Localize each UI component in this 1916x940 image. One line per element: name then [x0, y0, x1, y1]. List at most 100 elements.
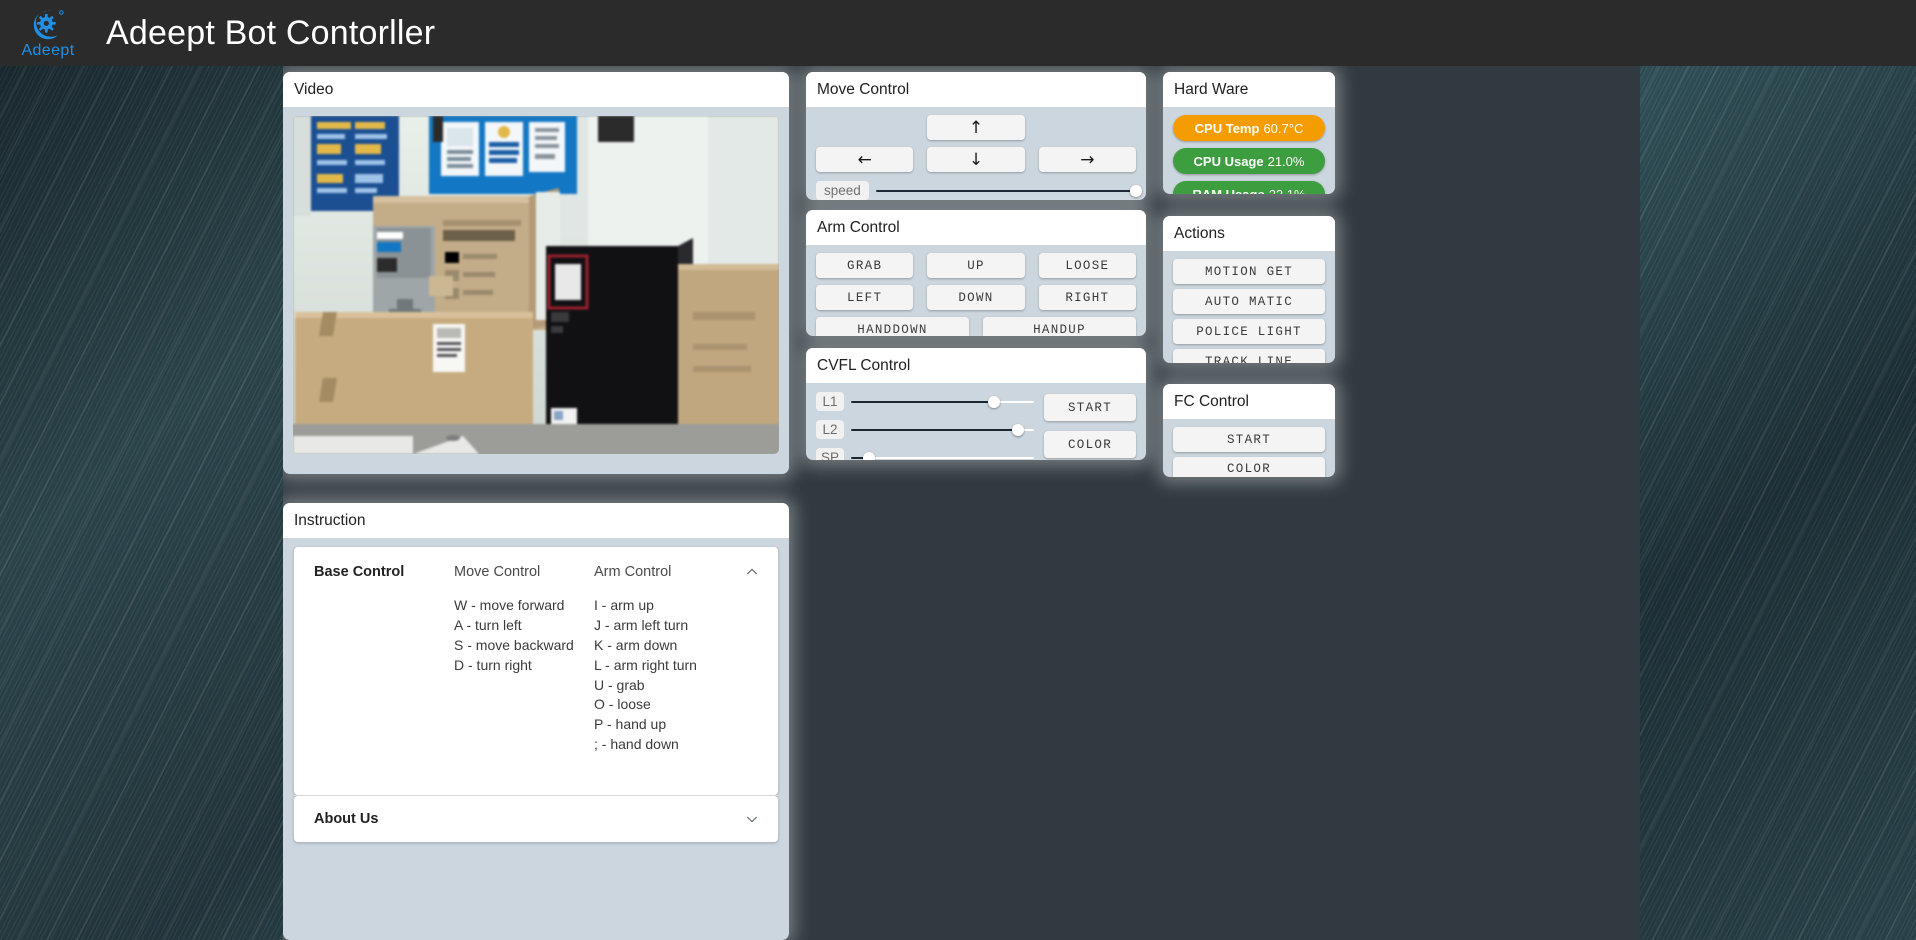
- arm-control-keys: I - arm up J - arm left turn K - arm dow…: [594, 596, 697, 754]
- move-control-header: Move Control: [806, 72, 1146, 108]
- move-right-button[interactable]: →: [1038, 147, 1136, 173]
- video-scene: [293, 116, 779, 455]
- cvfl-l2-fill: [851, 428, 1018, 432]
- auto-matic-button[interactable]: AUTO MATIC: [1173, 289, 1325, 315]
- status-badge-ram-usage: RAM Usage 22.1%: [1173, 181, 1325, 194]
- base-control-keys: [314, 596, 454, 754]
- cvfl-slider-row-l1: L1: [816, 392, 1034, 412]
- actions-panel: Actions MOTION GET AUTO MATIC POLICE LIG…: [1163, 216, 1335, 363]
- list-item: A - turn left: [454, 617, 522, 634]
- ram-usage-value: 22.1%: [1269, 187, 1306, 194]
- video-panel-header: Video: [283, 72, 789, 108]
- accordion-section-base-control[interactable]: Base Control Move Control Arm Control W …: [294, 547, 778, 796]
- cvfl-l1-label: L1: [816, 392, 844, 412]
- keybinding-columns: W - move forward A - turn left S - move …: [294, 586, 778, 754]
- base-control-label: Base Control: [314, 564, 405, 581]
- track-line-button[interactable]: TRACK LINE: [1173, 349, 1325, 363]
- arm-down-button[interactable]: DOWN: [927, 285, 1025, 311]
- arm-up-button[interactable]: UP: [927, 253, 1025, 279]
- move-control-keys: W - move forward A - turn left S - move …: [454, 596, 594, 754]
- chevron-up-icon[interactable]: [744, 564, 760, 580]
- speed-slider-fill: [875, 189, 1136, 193]
- move-control-panel: Move Control ↑ ← ↓ → speed: [806, 72, 1146, 200]
- list-item: P - hand up: [594, 716, 667, 733]
- logo-wordmark: Adeept: [21, 41, 75, 59]
- speed-slider-thumb[interactable]: [1130, 184, 1142, 197]
- list-item: L - arm right turn: [594, 656, 697, 673]
- speed-label: speed: [816, 181, 869, 200]
- cvfl-start-button[interactable]: START: [1044, 394, 1136, 422]
- hardware-panel: Hard Ware CPU Temp 60.7°C CPU Usage 21.0…: [1163, 72, 1335, 194]
- list-item: O - loose: [594, 696, 651, 713]
- police-light-button[interactable]: POLICE LIGHT: [1173, 319, 1325, 345]
- instruction-panel-header: Instruction: [283, 503, 789, 539]
- hardware-panel-header: Hard Ware: [1163, 72, 1335, 108]
- list-item: K - arm down: [594, 636, 678, 653]
- cvfl-l2-slider[interactable]: [851, 422, 1034, 438]
- cvfl-sp-slider[interactable]: [851, 450, 1034, 460]
- cpu-temp-value: 60.7°C: [1263, 120, 1304, 136]
- move-control-label: Move Control: [454, 564, 541, 581]
- list-item: ; - hand down: [594, 735, 679, 752]
- fc-color-button[interactable]: COLOR: [1173, 457, 1325, 477]
- arm-loose-button[interactable]: LOOSE: [1038, 253, 1136, 279]
- accordion-section-about-us[interactable]: About Us: [294, 796, 778, 843]
- cvfl-control-panel: CVFL Control L1 L2 SP START COLOR: [806, 348, 1146, 460]
- cpu-temp-label: CPU Temp: [1194, 120, 1260, 136]
- status-badge-cpu-usage: CPU Usage 21.0%: [1173, 148, 1325, 175]
- cvfl-l2-thumb[interactable]: [1011, 423, 1024, 436]
- accordion-header-about-us[interactable]: About Us: [294, 796, 778, 842]
- cvfl-sp-label: SP: [816, 448, 844, 460]
- fc-control-header: FC Control: [1163, 384, 1335, 420]
- list-item: W - move forward: [454, 597, 565, 614]
- cvfl-slider-row-l2: L2: [816, 420, 1034, 440]
- arm-right-button[interactable]: RIGHT: [1038, 285, 1136, 311]
- cpu-usage-value: 21.0%: [1267, 153, 1305, 169]
- instruction-panel: Instruction Base Control Move Control Ar…: [283, 503, 789, 940]
- list-item: U - grab: [594, 676, 645, 693]
- cvfl-l1-thumb[interactable]: [987, 395, 1000, 408]
- ram-usage-label: RAM Usage: [1192, 187, 1264, 194]
- status-badge-cpu-temp: CPU Temp 60.7°C: [1173, 115, 1325, 142]
- adeept-logo: Adeept: [12, 8, 84, 59]
- actions-panel-header: Actions: [1163, 216, 1335, 252]
- arm-control-header: Arm Control: [806, 210, 1146, 246]
- speed-slider[interactable]: [875, 183, 1142, 199]
- motion-get-button[interactable]: MOTION GET: [1173, 259, 1325, 285]
- move-forward-button[interactable]: ↑: [927, 115, 1025, 141]
- about-us-label: About Us: [314, 811, 379, 828]
- accordion-header-base-control[interactable]: Base Control Move Control Arm Control: [294, 547, 778, 586]
- cvfl-sp-track: [851, 456, 1034, 460]
- arm-control-panel: Arm Control GRAB UP LOOSE LEFT DOWN RIGH…: [806, 210, 1146, 336]
- arm-handdown-button[interactable]: HANDDOWN: [816, 317, 969, 336]
- cvfl-sp-thumb[interactable]: [863, 451, 876, 460]
- move-left-button[interactable]: ←: [816, 147, 914, 173]
- fc-start-button[interactable]: START: [1173, 427, 1325, 453]
- list-item: D - turn right: [454, 656, 532, 673]
- chevron-down-icon[interactable]: [744, 811, 760, 827]
- video-stream[interactable]: [293, 116, 779, 455]
- list-item: S - move backward: [454, 636, 574, 653]
- cvfl-l1-slider[interactable]: [851, 394, 1034, 410]
- arm-handup-button[interactable]: HANDUP: [983, 317, 1136, 336]
- cvfl-control-header: CVFL Control: [806, 348, 1146, 384]
- cvfl-slider-row-sp: SP: [816, 448, 1034, 460]
- fc-control-panel: FC Control START COLOR: [1163, 384, 1335, 477]
- arm-grab-button[interactable]: GRAB: [816, 253, 914, 279]
- content-shell: Video Instruction Base Control Move Cont…: [283, 66, 1640, 940]
- cvfl-l1-fill: [851, 400, 994, 404]
- arm-left-button[interactable]: LEFT: [816, 285, 914, 311]
- move-spacer-left: [816, 115, 913, 140]
- app-title: Adeept Bot Contorller: [106, 13, 436, 52]
- title-bar: Adeept Adeept Bot Contorller: [0, 0, 1916, 66]
- cvfl-color-button[interactable]: COLOR: [1044, 431, 1136, 459]
- list-item: I - arm up: [594, 597, 654, 614]
- move-spacer-right: [1039, 115, 1136, 140]
- adeept-gear-logo-icon: [33, 9, 64, 39]
- cpu-usage-label: CPU Usage: [1193, 153, 1264, 169]
- arm-control-label: Arm Control: [594, 564, 672, 581]
- cvfl-l2-label: L2: [816, 420, 844, 440]
- move-backward-button[interactable]: ↓: [927, 147, 1025, 173]
- video-panel: Video: [283, 72, 789, 474]
- list-item: J - arm left turn: [594, 617, 689, 634]
